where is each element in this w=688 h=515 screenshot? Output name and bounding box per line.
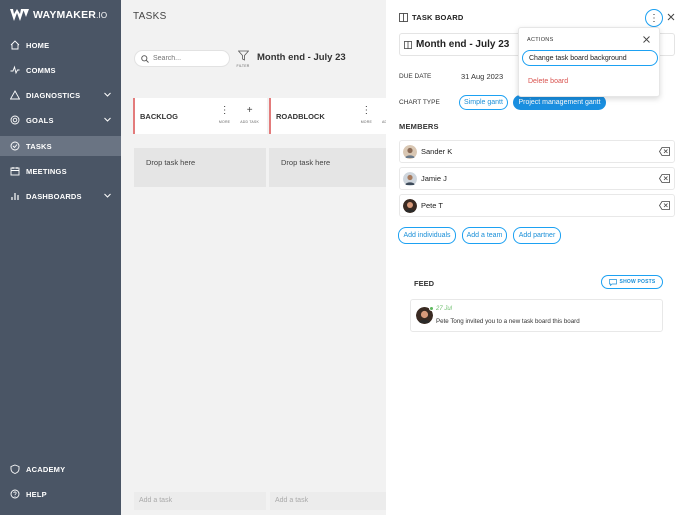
sidebar-item-goals[interactable]: GOALS	[0, 110, 121, 130]
feed-item: 27 Jul Pete Tong invited you to a new ta…	[410, 299, 663, 332]
sidebar-item-diagnostics[interactable]: DIAGNOSTICS	[0, 85, 121, 105]
sidebar-item-comms[interactable]: COMMS	[0, 60, 121, 80]
help-icon	[10, 489, 20, 499]
waymaker-logo-icon	[10, 9, 29, 21]
actions-menu-button[interactable]: ⋮	[645, 9, 663, 27]
member-name: Sander K	[421, 147, 453, 156]
add-partner-button[interactable]: Add partner	[513, 227, 561, 244]
column-more-button[interactable]: ⋮ MORE	[361, 105, 372, 125]
remove-member-icon[interactable]	[659, 147, 670, 156]
plus-icon: +	[246, 105, 253, 116]
more-vertical-icon: ⋮	[361, 105, 372, 116]
filter-button[interactable]: FILTER	[235, 50, 251, 68]
sidebar-item-help[interactable]: HELP	[0, 484, 121, 504]
column-name: BACKLOG	[140, 111, 178, 121]
add-task-input[interactable]: Add a task	[270, 492, 386, 510]
chevron-down-icon[interactable]	[103, 115, 112, 124]
drop-zone[interactable]: Drop task here	[134, 148, 266, 187]
remove-member-icon[interactable]	[659, 201, 670, 210]
add-individuals-button[interactable]: Add individuals	[398, 227, 456, 244]
actions-dropdown: ACTIONS Change task board background Del…	[518, 27, 660, 97]
show-posts-button[interactable]: SHOW POSTS	[601, 275, 663, 289]
members-title: MEMBERS	[399, 122, 439, 131]
add-team-button[interactable]: Add a team	[462, 227, 507, 244]
page-title: TASKS	[133, 11, 167, 22]
column-header-roadblock: ROADBLOCK ⋮ MORE + ADD	[269, 98, 390, 134]
column-name: ROADBLOCK	[276, 111, 325, 121]
panel-header: TASK BOARD	[399, 13, 463, 22]
bar-chart-icon	[10, 191, 20, 201]
sidebar: WAYMAKER.IO HOME COMMS DIAGNOSTICS GOALS…	[0, 0, 121, 515]
close-icon[interactable]	[665, 11, 677, 23]
avatar	[403, 171, 417, 186]
check-circle-icon	[10, 141, 20, 151]
sidebar-item-label: DIAGNOSTICS	[26, 90, 81, 100]
chart-type-project-gantt[interactable]: Project management gantt	[513, 95, 606, 110]
member-name: Pete T	[421, 201, 443, 210]
sidebar-item-home[interactable]: HOME	[0, 35, 121, 55]
triangle-icon	[10, 90, 20, 100]
sidebar-item-tasks[interactable]: TASKS	[0, 136, 121, 156]
pulse-icon	[10, 65, 20, 75]
member-name: Jamie J	[421, 174, 447, 183]
change-background-option[interactable]: Change task board background	[522, 50, 658, 66]
search-box[interactable]	[134, 50, 230, 67]
online-status-dot	[429, 306, 434, 311]
sidebar-item-label: ACADEMY	[26, 464, 66, 474]
search-icon	[141, 54, 149, 63]
sidebar-item-label: TASKS	[26, 141, 52, 151]
member-row: Jamie J	[399, 167, 675, 190]
sidebar-item-label: HELP	[26, 489, 47, 499]
sidebar-item-dashboards[interactable]: DASHBOARDS	[0, 186, 121, 206]
tasks-main: TASKS FILTER Month end - July 23 BACKLOG…	[121, 0, 390, 515]
feed-message: Pete Tong invited you to a new task boar…	[436, 318, 580, 325]
more-vertical-icon: ⋮	[649, 12, 659, 24]
board-icon	[399, 13, 408, 22]
avatar	[403, 144, 417, 159]
board-title: Month end - July 23	[257, 52, 346, 63]
drop-zone[interactable]: Drop task here	[269, 148, 386, 187]
sidebar-item-label: GOALS	[26, 115, 54, 125]
avatar	[403, 198, 417, 213]
actions-header: ACTIONS	[527, 37, 554, 43]
remove-member-icon[interactable]	[659, 174, 670, 183]
column-more-button[interactable]: ⋮ MORE	[219, 105, 230, 125]
member-row: Sander K	[399, 140, 675, 163]
sidebar-item-label: DASHBOARDS	[26, 191, 82, 201]
board-icon	[404, 40, 412, 49]
calendar-icon	[10, 166, 20, 176]
sidebar-item-label: HOME	[26, 40, 50, 50]
home-icon	[10, 40, 20, 50]
close-icon[interactable]	[642, 35, 651, 44]
shield-icon	[10, 464, 20, 474]
feed-title: FEED	[414, 279, 435, 288]
chart-type-simple-gantt[interactable]: Simple gantt	[459, 95, 508, 110]
more-vertical-icon: ⋮	[219, 105, 230, 116]
delete-board-option[interactable]: Delete board	[528, 78, 568, 85]
filter-icon	[237, 50, 249, 61]
column-header-backlog: BACKLOG ⋮ MORE + ADD TASK	[133, 98, 267, 134]
board-name: Month end - July 23	[416, 39, 510, 50]
due-date-label: DUE DATE	[399, 73, 432, 80]
target-icon	[10, 115, 20, 125]
feed-date: 27 Jul	[436, 306, 453, 312]
member-row: Pete T	[399, 194, 675, 217]
chevron-down-icon[interactable]	[103, 90, 112, 99]
due-date-value[interactable]: 31 Aug 2023	[461, 72, 503, 81]
sidebar-item-label: COMMS	[26, 65, 56, 75]
sidebar-item-academy[interactable]: ACADEMY	[0, 459, 121, 479]
add-task-input[interactable]: Add a task	[134, 492, 266, 510]
add-task-button[interactable]: + ADD TASK	[240, 105, 259, 125]
chevron-down-icon[interactable]	[103, 191, 112, 200]
chat-icon	[608, 278, 617, 286]
sidebar-item-meetings[interactable]: MEETINGS	[0, 161, 121, 181]
chart-type-label: CHART TYPE	[399, 99, 440, 106]
brand-logo[interactable]: WAYMAKER.IO	[10, 9, 107, 21]
sidebar-item-label: MEETINGS	[26, 166, 67, 176]
search-input[interactable]	[153, 55, 223, 62]
panel-title: TASK BOARD	[412, 13, 464, 22]
filter-label: FILTER	[236, 64, 250, 68]
brand-name: WAYMAKER.IO	[33, 9, 108, 21]
